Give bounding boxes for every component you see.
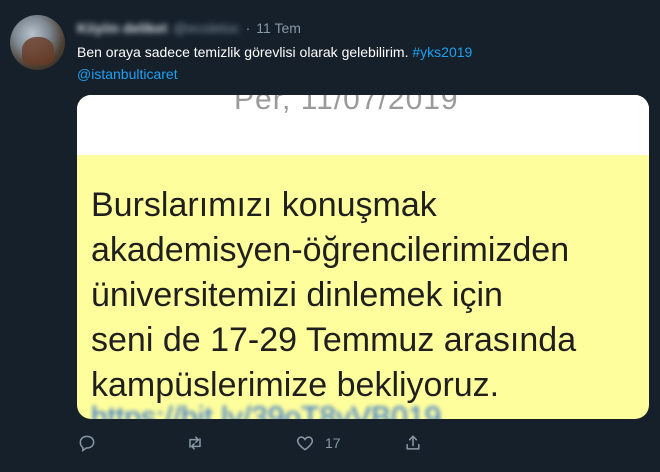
like-button[interactable]: 17 [295, 433, 341, 453]
mention-link[interactable]: @istanbulticaret [77, 66, 178, 82]
retweet-button[interactable] [185, 433, 205, 453]
reply-icon [79, 435, 95, 452]
share-icon [406, 435, 420, 450]
tweet-text: Ben oraya sadece temizlik görevlisi olar… [77, 42, 647, 62]
media-line: seni de 17-29 Temmuz arasında [91, 321, 577, 359]
reply-button[interactable] [77, 433, 97, 453]
tweet-body: Ben oraya sadece temizlik görevlisi olar… [77, 44, 409, 60]
tweet-media[interactable]: Per, 11/07/2019 Burslarımızı konuşmak ak… [77, 95, 649, 419]
tweet-header: Kiiyiin deliket @ecoletoc · 11 Tem [77, 20, 301, 36]
author-handle[interactable]: @ecoletoc [173, 20, 239, 36]
heart-icon [296, 436, 314, 451]
tweet-time[interactable]: 11 Tem [256, 20, 301, 36]
author-name[interactable]: Kiiyiin deliket [77, 20, 167, 36]
like-count: 17 [325, 435, 341, 451]
media-line: üniversitemizi dinlemek için [91, 276, 503, 314]
media-message: Burslarımızı konuşmak akademisyen-öğrenc… [91, 183, 576, 408]
avatar[interactable] [10, 15, 65, 70]
avatar-image [22, 37, 54, 65]
separator-dot: · [245, 20, 251, 36]
retweet-icon [189, 436, 201, 450]
mention-line: @istanbulticaret [77, 64, 178, 84]
media-line: akademisyen-öğrencilerimizden [91, 231, 570, 269]
tweet-actions: 17 [77, 433, 437, 457]
share-button[interactable] [403, 433, 423, 453]
media-line: Burslarımızı konuşmak [91, 186, 437, 224]
media-date: Per, 11/07/2019 [234, 95, 459, 116]
media-link: https://bit.ly/39oT8vVB019 [91, 401, 442, 419]
hashtag-link[interactable]: #yks2019 [412, 44, 472, 60]
media-top-band: Per, 11/07/2019 [77, 95, 649, 155]
